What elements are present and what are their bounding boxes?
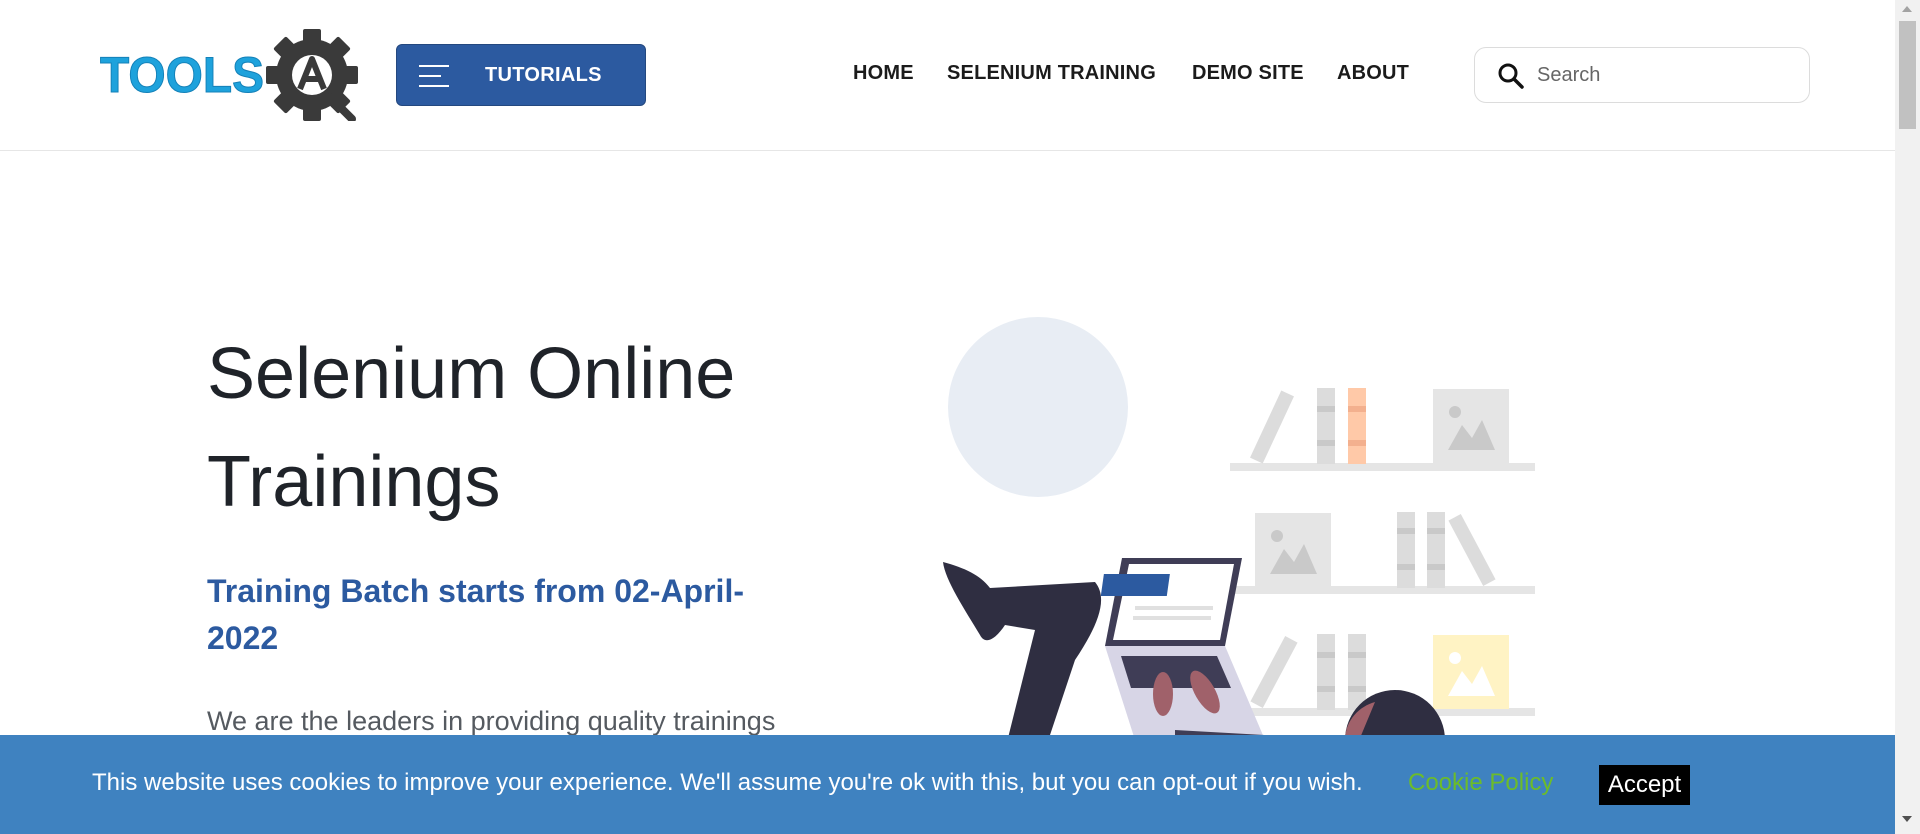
site-header: TOOLS TUTORIALS HOME SELENIUM TRAINING D… <box>0 0 1895 151</box>
svg-text:TOOLS: TOOLS <box>100 47 264 103</box>
accept-cookies-button[interactable]: Accept <box>1599 765 1690 805</box>
search-input[interactable] <box>1537 58 1787 92</box>
training-batch-date: Training Batch starts from 02-April-2022 <box>207 573 744 656</box>
page-scrollbar[interactable] <box>1895 0 1920 834</box>
nav-home[interactable]: HOME <box>853 62 914 85</box>
search-box[interactable] <box>1474 47 1810 103</box>
nav-selenium-training[interactable]: SELENIUM TRAINING <box>947 62 1156 85</box>
nav-demo-site[interactable]: DEMO SITE <box>1192 62 1304 85</box>
tutorials-menu-button[interactable]: TUTORIALS <box>396 44 646 106</box>
cookie-policy-link[interactable]: Cookie Policy <box>1408 769 1553 797</box>
cookie-consent-bar: This website uses cookies to improve you… <box>0 735 1895 834</box>
cookie-message: This website uses cookies to improve you… <box>92 769 1363 796</box>
toolsqa-logo[interactable]: TOOLS <box>100 29 360 121</box>
nav-about[interactable]: ABOUT <box>1337 62 1409 85</box>
scroll-down-arrow-icon[interactable] <box>1902 816 1912 822</box>
scroll-up-arrow-icon[interactable] <box>1902 6 1912 12</box>
search-icon <box>1498 63 1524 89</box>
scrollbar-thumb[interactable] <box>1899 21 1916 129</box>
hero-illustration <box>935 310 1545 790</box>
tutorials-label: TUTORIALS <box>485 64 602 86</box>
hamburger-icon <box>419 65 449 87</box>
hero-title: Selenium Online Trainings <box>207 334 736 522</box>
